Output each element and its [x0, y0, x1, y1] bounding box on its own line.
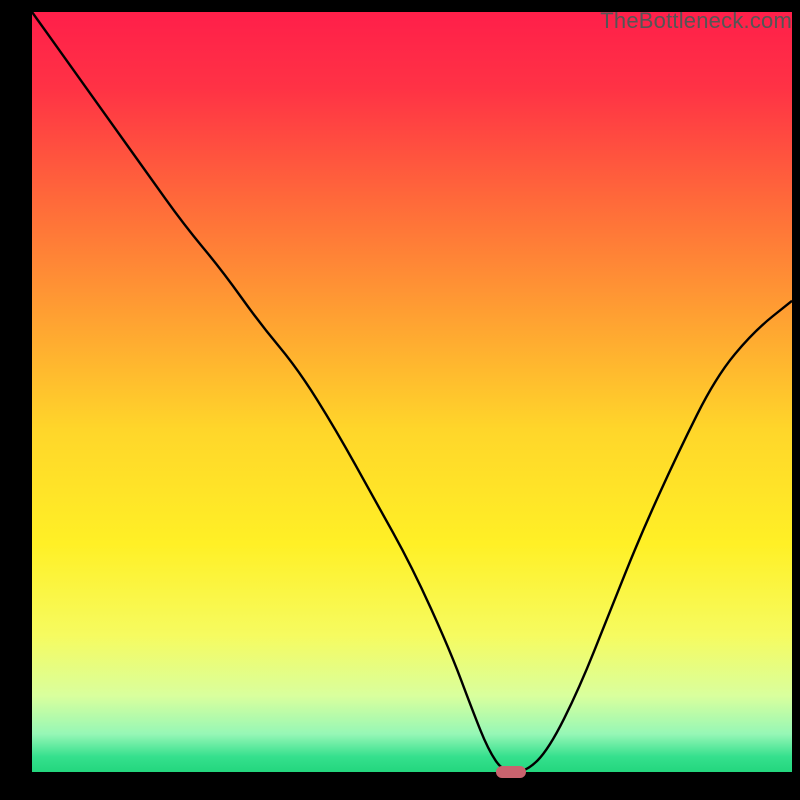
- curve-layer: [32, 12, 792, 772]
- chart-stage: TheBottleneck.com: [0, 0, 800, 800]
- optimum-marker: [496, 766, 526, 778]
- watermark-text: TheBottleneck.com: [600, 8, 792, 34]
- bottleneck-curve: [32, 12, 792, 772]
- plot-area: [32, 12, 792, 772]
